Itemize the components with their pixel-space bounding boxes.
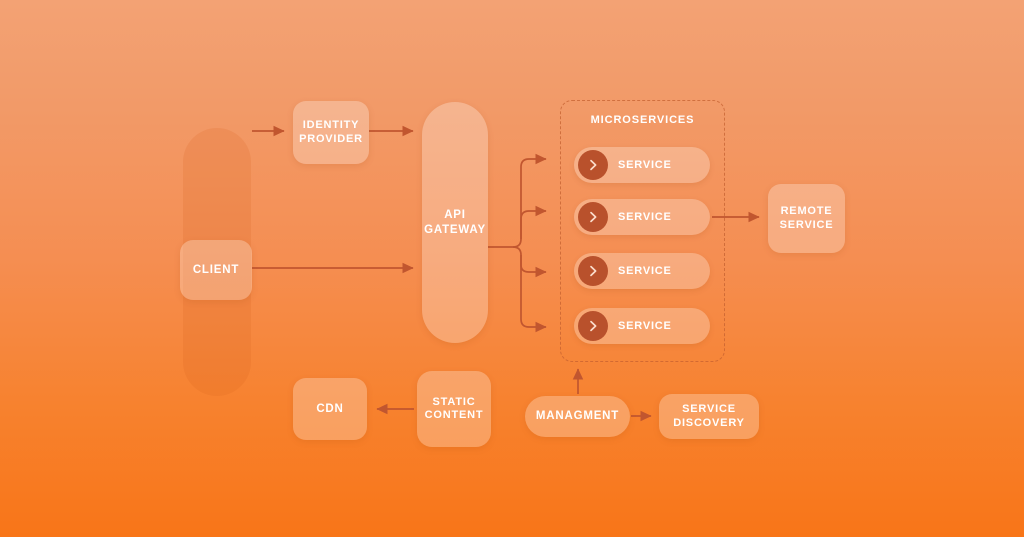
service-label: SERVICE (618, 159, 672, 171)
service-label: SERVICE (618, 211, 672, 223)
edge-api-gateway-to-service-2 (520, 205, 547, 239)
identity-provider-label: IDENTITY PROVIDER (299, 119, 363, 145)
static-content-label: STATIC CONTENT (424, 395, 484, 421)
edge-api-gateway-to-service-1 (512, 153, 547, 248)
service-node-4[interactable]: SERVICE (574, 308, 710, 344)
client-label: CLIENT (192, 263, 240, 276)
diagram-canvas: MICROSERVICES SERVICE SERVICE SERVICE SE… (0, 0, 1024, 537)
chevron-right-icon (578, 150, 608, 180)
service-label: SERVICE (618, 265, 672, 277)
microservices-group-title: MICROSERVICES (590, 114, 695, 126)
edge-api-gateway-to-service-3 (512, 246, 547, 278)
chevron-right-icon (578, 311, 608, 341)
managment-label: MANAGMENT (535, 410, 620, 423)
client-node[interactable]: CLIENT (180, 240, 252, 300)
cdn-node[interactable]: CDN (293, 378, 367, 440)
service-label: SERVICE (618, 320, 672, 332)
service-discovery-node[interactable]: SERVICE DISCOVERY (659, 394, 759, 439)
api-gateway-node[interactable]: API GATEWAY (422, 102, 488, 343)
api-gateway-label: API GATEWAY (424, 209, 486, 236)
service-discovery-label: SERVICE DISCOVERY (673, 403, 745, 429)
service-node-1[interactable]: SERVICE (574, 147, 710, 183)
cdn-label: CDN (316, 402, 344, 415)
chevron-right-icon (578, 202, 608, 232)
identity-provider-node[interactable]: IDENTITY PROVIDER (293, 101, 369, 164)
connector-layer (252, 125, 760, 422)
service-node-3[interactable]: SERVICE (574, 253, 710, 289)
edge-api-gateway-to-service-4 (520, 255, 547, 333)
service-node-2[interactable]: SERVICE (574, 199, 710, 235)
static-content-node[interactable]: STATIC CONTENT (417, 371, 491, 447)
remote-service-label: REMOTE SERVICE (779, 205, 834, 231)
chevron-right-icon (578, 256, 608, 286)
managment-node[interactable]: MANAGMENT (525, 396, 630, 437)
remote-service-node[interactable]: REMOTE SERVICE (768, 184, 845, 253)
